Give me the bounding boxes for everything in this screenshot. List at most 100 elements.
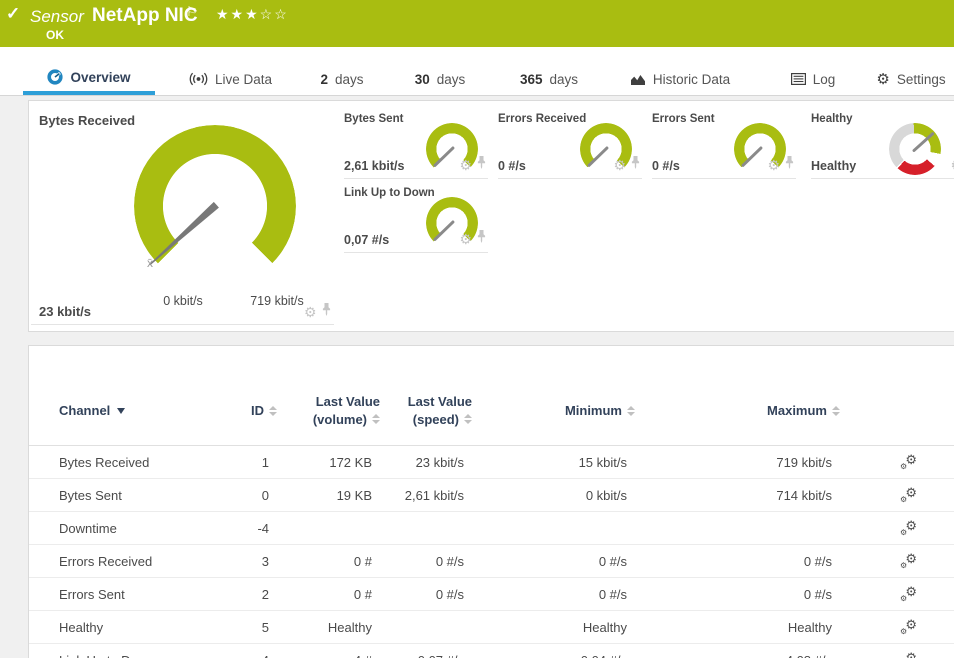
table-row-link-up-to-down: Link Up to Down 4 4 # 0,07 #/s 0,04 #/s … [29, 644, 954, 658]
channel-name[interactable]: Healthy [29, 620, 207, 635]
tab-label: days [550, 72, 579, 87]
tab-historic-data[interactable]: Historic Data [620, 63, 740, 95]
channel-settings-icon[interactable]: ⚙⚙ [900, 586, 917, 602]
content-area: Bytes Received x̄ 0 kbit/s 719 kbit/s 23… [0, 96, 954, 658]
channel-settings-icon[interactable]: ⚙⚙ [900, 487, 917, 503]
gauge-title: Bytes Received [39, 113, 135, 128]
gauges-panel: Bytes Received x̄ 0 kbit/s 719 kbit/s 23… [28, 100, 954, 332]
tab-bar: Overview Live Data 2 days 30 [0, 47, 954, 96]
pin-icon[interactable] [785, 156, 794, 174]
channel-settings-icon[interactable]: ⚙⚙ [900, 652, 917, 658]
tab-number: 365 [520, 72, 543, 87]
gear-icon[interactable]: ⚙ [304, 305, 317, 319]
channel-settings-icon[interactable]: ⚙⚙ [900, 454, 917, 470]
tab-live-data[interactable]: Live Data [178, 63, 283, 95]
sort-icon [372, 414, 380, 424]
mini-gauge-errors-received: Errors Received 0 #/s ⚙ [498, 111, 642, 179]
channel-id: 4 [207, 653, 277, 658]
channel-name[interactable]: Errors Received [29, 554, 207, 569]
maximum-value: 719 kbit/s [635, 455, 840, 470]
last-value-speed: 23 kbit/s [380, 455, 472, 470]
channel-settings-icon[interactable]: ⚙⚙ [900, 520, 917, 536]
average-marker: x̄ [147, 256, 153, 270]
column-header-channel[interactable]: Channel [29, 403, 207, 418]
prtg-sensor-page: ✓ Sensor NetApp NIC ⚐ ★★★☆☆ OK Overview [0, 0, 954, 658]
channel-id: 2 [207, 587, 277, 602]
pin-icon[interactable] [631, 156, 640, 174]
tab-overview[interactable]: Overview [23, 63, 155, 95]
tab-settings[interactable]: ⚙ Settings [868, 63, 954, 95]
gauge-title: Bytes Sent [344, 113, 403, 125]
channel-name[interactable]: Bytes Received [29, 455, 207, 470]
tab-log[interactable]: Log [785, 63, 841, 95]
channel-id: 1 [207, 455, 277, 470]
maximum-value: 0 #/s [635, 554, 840, 569]
gauge-icon [47, 69, 63, 85]
channel-table-panel: Channel ID Last Value (volume) [28, 345, 954, 658]
channel-id: 0 [207, 488, 277, 503]
tab-label: Historic Data [653, 72, 730, 87]
channel-name[interactable]: Link Up to Down [29, 653, 207, 658]
gauge-title: Errors Received [498, 113, 586, 125]
pin-icon[interactable] [477, 156, 486, 174]
minimum-value: 0 #/s [472, 587, 635, 602]
mini-gauge-errors-sent: Errors Sent 0 #/s ⚙ [652, 111, 796, 179]
log-icon [791, 73, 806, 85]
column-label: ID [251, 403, 264, 418]
last-value-speed: 0,07 #/s [380, 653, 472, 658]
tab-30-days[interactable]: 30 days [407, 63, 473, 95]
gear-icon[interactable]: ⚙ [459, 232, 472, 246]
gear-icon[interactable]: ⚙ [459, 158, 472, 172]
last-value-volume: 172 KB [277, 455, 380, 470]
gauge-value: 0 #/s [652, 159, 680, 173]
gauge-tools: ⚙ [950, 156, 954, 174]
channel-name[interactable]: Bytes Sent [29, 488, 207, 503]
last-value-speed: 2,61 kbit/s [380, 488, 472, 503]
sort-icon [832, 406, 840, 416]
table-row-healthy: Healthy 5 Healthy Healthy Healthy ⚙⚙ [29, 611, 954, 644]
status-badge: OK [46, 28, 64, 42]
channel-name[interactable]: Downtime [29, 521, 207, 536]
row-actions: ⚙⚙ [840, 454, 954, 470]
row-actions: ⚙⚙ [840, 586, 954, 602]
minimum-value: 0,04 #/s [472, 653, 635, 658]
column-header-last-value-volume[interactable]: Last Value (volume) [277, 393, 380, 428]
tab-365-days[interactable]: 365 days [512, 63, 586, 95]
channel-id: 5 [207, 620, 277, 635]
gauge-needle [433, 146, 455, 167]
gear-icon[interactable]: ⚙ [767, 158, 780, 172]
minimum-value: 15 kbit/s [472, 455, 635, 470]
mini-gauge-bytes-sent: Bytes Sent 2,61 kbit/s ⚙ [344, 111, 488, 179]
last-value-speed: 0 #/s [380, 554, 472, 569]
gauge-max-label: 719 kbit/s [240, 294, 314, 308]
column-header-id[interactable]: ID [207, 403, 277, 418]
last-value-volume: Healthy [277, 620, 380, 635]
maximum-value: 0 #/s [635, 587, 840, 602]
tab-2-days[interactable]: 2 days [312, 63, 372, 95]
gauge-needle [146, 200, 221, 269]
sort-icon [464, 414, 472, 424]
maximum-value: 714 kbit/s [635, 488, 840, 503]
channel-name[interactable]: Errors Sent [29, 587, 207, 602]
column-header-minimum[interactable]: Minimum [472, 403, 635, 418]
column-header-maximum[interactable]: Maximum [635, 403, 840, 418]
maximum-value: Healthy [635, 620, 840, 635]
gear-icon[interactable]: ⚙ [950, 158, 954, 172]
flag-icon: ⚐ [186, 4, 198, 20]
row-actions: ⚙⚙ [840, 619, 954, 635]
gauge-needle-layer [134, 125, 296, 287]
priority-stars[interactable]: ★★★☆☆ [216, 6, 289, 23]
gauge-value: 0 #/s [498, 159, 526, 173]
pin-icon[interactable] [322, 303, 331, 321]
channel-id: -4 [207, 521, 277, 536]
last-value-volume: 4 # [277, 653, 380, 658]
channel-id: 3 [207, 554, 277, 569]
gauge-needle [587, 146, 609, 167]
column-label: (speed) [413, 411, 459, 429]
check-icon: ✓ [6, 4, 20, 24]
column-header-last-value-speed[interactable]: Last Value (speed) [380, 393, 472, 428]
gear-icon[interactable]: ⚙ [613, 158, 626, 172]
channel-settings-icon[interactable]: ⚙⚙ [900, 553, 917, 569]
pin-icon[interactable] [477, 230, 486, 248]
channel-settings-icon[interactable]: ⚙⚙ [900, 619, 917, 635]
